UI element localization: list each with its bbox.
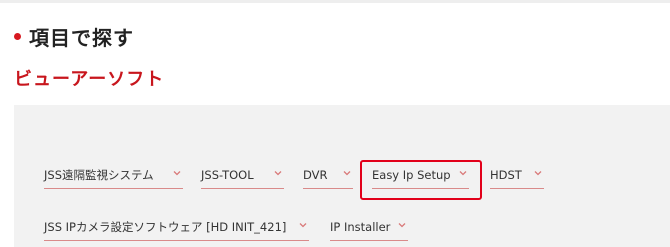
bullet-dot-icon bbox=[14, 33, 21, 40]
category-title: ビューアーソフト bbox=[14, 69, 165, 90]
top-divider bbox=[0, 0, 670, 3]
chevron-down-icon bbox=[398, 221, 406, 229]
filter-ip-installer[interactable]: IP Installer bbox=[330, 213, 408, 241]
filter-label: JSS-TOOL bbox=[201, 167, 254, 182]
section-heading-text: 項目で探す bbox=[29, 26, 134, 50]
filter-panel: JSS遠隔監視システム JSS-TOOL DVR Easy Ip Setup H… bbox=[14, 105, 670, 247]
chevron-down-icon bbox=[299, 221, 307, 229]
filter-jss-tool[interactable]: JSS-TOOL bbox=[201, 161, 284, 189]
chevron-down-icon bbox=[534, 169, 542, 177]
chevron-down-icon bbox=[459, 169, 467, 177]
filter-jss-remote-monitoring[interactable]: JSS遠隔監視システム bbox=[44, 161, 183, 189]
filter-label: IP Installer bbox=[330, 219, 391, 234]
filter-label: HDST bbox=[490, 167, 522, 182]
chevron-down-icon bbox=[343, 169, 351, 177]
filter-label: DVR bbox=[303, 167, 328, 182]
chevron-down-icon bbox=[274, 169, 282, 177]
filter-jss-ip-camera-config[interactable]: JSS IPカメラ設定ソフトウェア [HD INIT_421] bbox=[44, 213, 309, 241]
page: 項目で探す ビューアーソフト JSS遠隔監視システム JSS-TOOL DVR … bbox=[0, 0, 670, 247]
filter-label: JSS遠隔監視システム bbox=[44, 167, 154, 182]
filter-easy-ip-setup[interactable]: Easy Ip Setup bbox=[372, 161, 469, 189]
section-heading: 項目で探す bbox=[14, 22, 134, 51]
filter-label: Easy Ip Setup bbox=[372, 167, 451, 182]
filter-label: JSS IPカメラ設定ソフトウェア [HD INIT_421] bbox=[44, 219, 287, 234]
filter-hdst[interactable]: HDST bbox=[490, 161, 544, 189]
filter-dvr[interactable]: DVR bbox=[303, 161, 353, 189]
chevron-down-icon bbox=[173, 169, 181, 177]
